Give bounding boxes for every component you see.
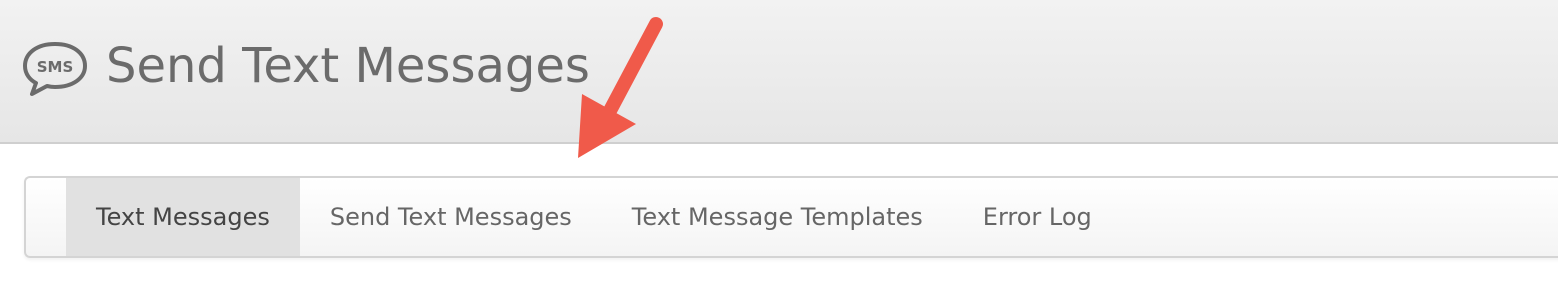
tab-error-log[interactable]: Error Log [953,178,1122,256]
sms-chat-bubble-icon: SMS [23,42,87,96]
tab-send-text-messages[interactable]: Send Text Messages [300,178,602,256]
sms-icon-text: SMS [37,58,74,76]
tab-bar: Text Messages Send Text Messages Text Me… [24,176,1558,258]
page-header: SMS Send Text Messages [0,0,1558,144]
tab-text-message-templates[interactable]: Text Message Templates [602,178,953,256]
tab-text-messages[interactable]: Text Messages [66,178,300,256]
page-title: Send Text Messages [106,38,590,94]
